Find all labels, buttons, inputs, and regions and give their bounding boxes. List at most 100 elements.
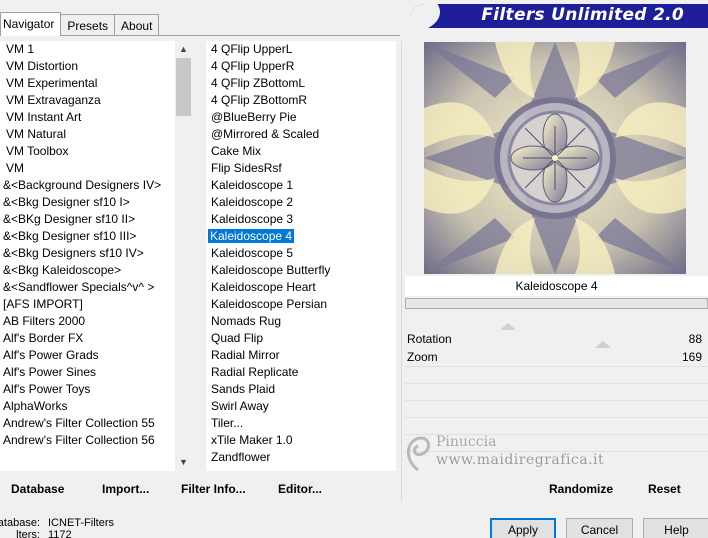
status-panel: atabase: ICNET-Filters lters: 1172 [0,517,114,538]
header-banner: Filters Unlimited 2.0 [410,4,708,28]
filters-count-value: 1172 [48,529,72,538]
empty-control-slot [405,451,708,468]
help-button[interactable]: Help [643,518,708,538]
filter-item[interactable]: 4 QFlip ZBottomL [206,75,396,92]
category-item[interactable]: VM 1 [0,41,175,58]
category-item[interactable]: Alf's Power Grads [0,347,175,364]
filter-item[interactable]: Radial Replicate [206,364,396,381]
filter-item[interactable]: Kaleidoscope 3 [206,211,396,228]
zoom-slider[interactable]: Zoom 169 [405,341,708,366]
filter-item[interactable]: Tiler... [206,415,396,432]
zoom-value: 169 [681,350,702,364]
tab-about[interactable]: About [114,14,160,36]
filter-item[interactable]: Kaleidoscope 5 [206,245,396,262]
filter-item[interactable]: Nomads Rug [206,313,396,330]
filter-item-label: Quad Flip [211,331,264,345]
category-item[interactable]: &<Bkg Kaleidoscope> [0,262,175,279]
category-item[interactable]: Alf's Border FX [0,330,175,347]
category-item[interactable]: &<Background Designers IV> [0,177,175,194]
filter-item-label: Nomads Rug [211,314,282,328]
cancel-button[interactable]: Cancel [566,518,633,538]
parameter-controls: Rotation 88 Zoom 169 [405,323,708,470]
filter-item[interactable]: @Mirrored & Scaled [206,126,396,143]
empty-control-slot [405,383,708,400]
filter-item[interactable]: Kaleidoscope Heart [206,279,396,296]
category-item[interactable]: VM Toolbox [0,143,175,160]
filter-item-selected[interactable]: Kaleidoscope 4 [206,228,396,245]
filter-item[interactable]: Kaleidoscope Butterfly [206,262,396,279]
filter-item-label: Zandflower [211,450,271,464]
filter-item-label: Flip SidesRsf [211,161,282,175]
filter-item-label: @Mirrored & Scaled [211,127,320,141]
category-item[interactable]: AlphaWorks [0,398,175,415]
category-item[interactable]: Andrew's Filter Collection 55 [0,415,175,432]
filter-item[interactable]: Kaleidoscope Persian [206,296,396,313]
tab-navigator[interactable]: Navigator [0,12,62,36]
category-item[interactable]: Alf's Power Toys [0,381,175,398]
rotation-slider[interactable]: Rotation 88 [405,323,708,348]
scrollbar-thumb[interactable] [176,58,191,116]
apply-button[interactable]: Apply [490,518,556,538]
category-item[interactable]: VM Experimental [0,75,175,92]
filter-item-label: Radial Mirror [211,348,280,362]
category-item[interactable]: Andrew's Filter Collection 56 [0,432,175,449]
zoom-slider-thumb[interactable] [595,341,611,348]
filter-item-label: Radial Replicate [211,365,299,379]
panel-divider [401,41,402,501]
category-scrollbar[interactable]: ▲ ▼ [175,41,192,471]
category-item[interactable]: &<Bkg Designer sf10 III> [0,228,175,245]
selected-filter-name: Kaleidoscope 4 [405,276,708,296]
database-button[interactable]: Database [11,482,64,496]
filter-item[interactable]: 4 QFlip UpperR [206,58,396,75]
filter-item[interactable]: Quad Flip [206,330,396,347]
filter-info-button[interactable]: Filter Info... [181,482,246,496]
category-item[interactable]: VM Natural [0,126,175,143]
database-status-value: ICNET-Filters [48,517,114,529]
filter-item-label: @BlueBerry Pie [211,110,297,124]
filter-item[interactable]: xTile Maker 1.0 [206,432,396,449]
reset-button[interactable]: Reset [648,482,681,496]
empty-control-slot [405,417,708,434]
category-item[interactable]: VM Distortion [0,58,175,75]
editor-button[interactable]: Editor... [278,482,322,496]
rotation-value: 88 [688,332,702,346]
filter-item-label: Swirl Away [211,399,269,413]
category-item[interactable]: &<BKg Designer sf10 II> [0,211,175,228]
filter-item[interactable]: @BlueBerry Pie [206,109,396,126]
database-status-label: atabase: [0,517,40,529]
filter-item-label: 4 QFlip UpperL [211,42,293,56]
category-item[interactable]: &<Sandflower Specials^v^ > [0,279,175,296]
filter-list[interactable]: 4 QFlip UpperL 4 QFlip UpperR 4 QFlip ZBot… [206,41,396,471]
filter-item[interactable]: Flip SidesRsf [206,160,396,177]
category-item[interactable]: Alf's Power Sines [0,364,175,381]
rotation-label: Rotation [407,332,452,346]
filter-item-label: 4 QFlip ZBottomR [211,93,308,107]
category-item[interactable]: VM Instant Art [0,109,175,126]
filter-item-label: 4 QFlip UpperR [211,59,295,73]
filter-item[interactable]: Kaleidoscope 1 [206,177,396,194]
filter-item[interactable]: 4 QFlip ZBottomR [206,92,396,109]
category-item[interactable]: &<Bkg Designers sf10 IV> [0,245,175,262]
scroll-up-arrow-icon[interactable]: ▲ [175,41,192,58]
filter-item-label: Kaleidoscope 5 [211,246,294,260]
empty-control-slot [405,400,708,417]
filter-item[interactable]: Cake Mix [206,143,396,160]
category-item[interactable]: [AFS IMPORT] [0,296,175,313]
category-list[interactable]: VM 1 VM Distortion VM Experimental VM Extra… [0,41,175,471]
import-button[interactable]: Import... [102,482,149,496]
category-item[interactable]: &<Bkg Designer sf10 I> [0,194,175,211]
category-item[interactable]: AB Filters 2000 [0,313,175,330]
randomize-button[interactable]: Randomize [549,482,613,496]
rotation-slider-thumb[interactable] [500,323,516,330]
filter-item[interactable]: Radial Mirror [206,347,396,364]
scroll-down-arrow-icon[interactable]: ▼ [175,454,192,471]
filter-item[interactable]: 4 QFlip UpperL [206,41,396,58]
filter-item-label: Kaleidoscope Persian [211,297,328,311]
filter-item[interactable]: Swirl Away [206,398,396,415]
category-item[interactable]: VM Extravaganza [0,92,175,109]
filter-item[interactable]: Kaleidoscope 2 [206,194,396,211]
category-item[interactable]: VM [0,160,175,177]
filter-item[interactable]: Zandflower [206,449,396,466]
filter-item[interactable]: Sands Plaid [206,381,396,398]
tab-presets[interactable]: Presets [60,14,116,36]
